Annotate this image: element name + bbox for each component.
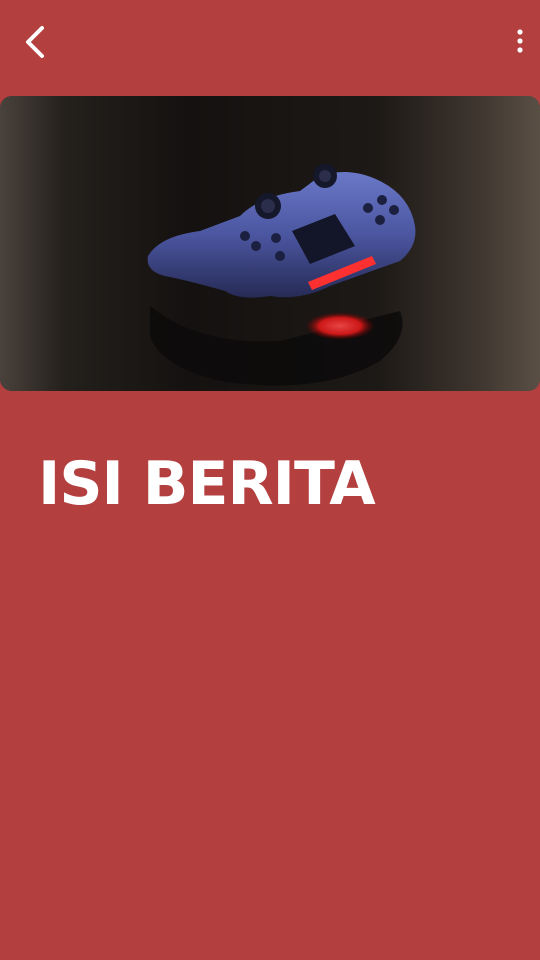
back-button[interactable] — [14, 20, 58, 64]
more-vertical-icon — [517, 29, 523, 53]
article-title: ISI BERITA — [38, 449, 376, 519]
chevron-left-icon — [26, 26, 44, 58]
app-bar — [0, 0, 540, 86]
hero-image — [0, 96, 540, 391]
overflow-menu-button[interactable] — [506, 20, 534, 64]
game-controller-photo — [0, 96, 540, 391]
news-detail-screen: ISI BERITA — [0, 0, 540, 960]
